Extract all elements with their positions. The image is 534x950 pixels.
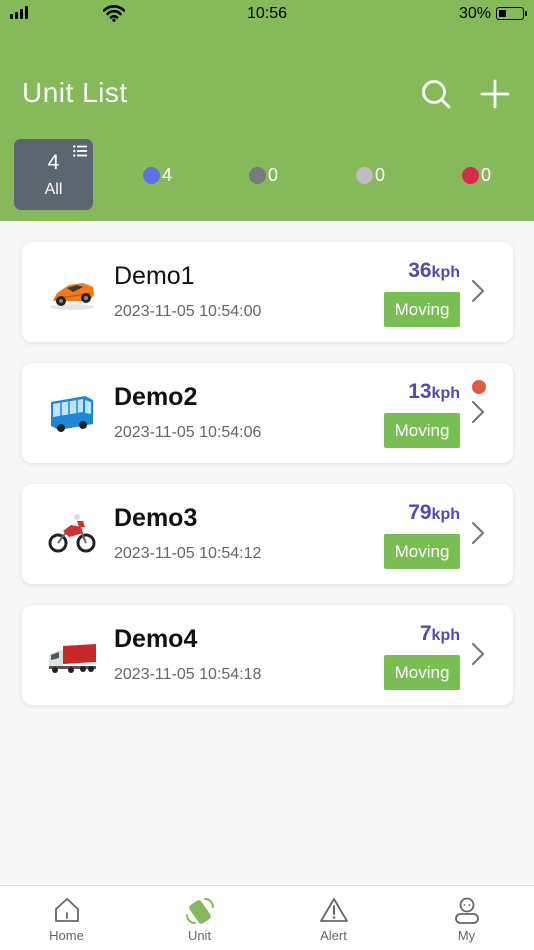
status-badge: Moving xyxy=(384,655,460,690)
unit-name: Demo3 xyxy=(114,504,198,532)
unit-timestamp: 2023-11-05 10:54:12 xyxy=(114,545,262,562)
alert-indicator-dot xyxy=(472,380,486,394)
truck-icon xyxy=(49,644,96,673)
unit-speed: 79kph xyxy=(408,501,460,524)
filter-all-button[interactable]: 4 All xyxy=(14,139,93,210)
all-label: All xyxy=(44,181,63,198)
unit-card-demo1[interactable]: Demo1 2023-11-05 10:54:00 36kph Moving xyxy=(22,242,513,342)
unit-icon xyxy=(185,898,214,924)
tab-my[interactable]: My xyxy=(400,886,533,950)
tab-label: My xyxy=(457,928,476,943)
status-badge: Moving xyxy=(384,292,460,327)
car-icon xyxy=(50,283,94,310)
filter-status-red[interactable]: 0 xyxy=(462,164,491,186)
status-dot-gray xyxy=(249,166,266,184)
unit-speed: 36kph xyxy=(408,259,460,282)
filter-status-lightgray[interactable]: 0 xyxy=(356,164,385,186)
unit-card-demo3[interactable]: Demo3 2023-11-05 10:54:12 79kph Moving xyxy=(22,484,513,584)
chevron-right-icon xyxy=(471,642,485,666)
tab-label: Home xyxy=(49,928,84,943)
status-count: 0 xyxy=(481,164,492,185)
unit-card-demo4[interactable]: Demo4 2023-11-05 10:54:18 7kph Moving xyxy=(22,605,513,705)
home-icon xyxy=(54,898,79,922)
status-dot-blue xyxy=(143,166,160,184)
status-dot-lightgray xyxy=(356,166,373,184)
tab-label: Unit xyxy=(187,928,212,943)
status-count: 0 xyxy=(268,164,279,185)
unit-card-demo2[interactable]: Demo2 2023-11-05 10:54:06 13kph Moving xyxy=(22,363,513,463)
alert-icon xyxy=(319,898,348,922)
status-count: 4 xyxy=(162,164,173,185)
status-badge: Moving xyxy=(384,534,460,569)
unit-speed: 7kph xyxy=(419,622,460,645)
battery-icon xyxy=(496,7,527,20)
tab-home[interactable]: Home xyxy=(0,886,133,950)
filter-status-blue[interactable]: 4 xyxy=(143,164,172,186)
chevron-right-icon xyxy=(471,400,485,424)
bottom-tab-bar: Home Unit Alert My xyxy=(0,885,534,950)
chevron-right-icon xyxy=(471,521,485,545)
unit-timestamp: 2023-11-05 10:54:00 xyxy=(114,303,262,320)
bus-icon xyxy=(51,396,93,432)
status-bar: 10:56 30% xyxy=(0,0,534,28)
tab-alert[interactable]: Alert xyxy=(267,886,400,950)
header: 10:56 30% Unit List 4 All 4 0 0 0 xyxy=(0,0,534,221)
tab-label: Alert xyxy=(320,928,347,943)
unit-timestamp: 2023-11-05 10:54:18 xyxy=(114,666,262,683)
unit-speed: 13kph xyxy=(408,380,460,403)
unit-timestamp: 2023-11-05 10:54:06 xyxy=(114,424,262,441)
battery-percent: 30% xyxy=(458,5,491,22)
status-time: 10:56 xyxy=(246,5,288,22)
filter-status-gray[interactable]: 0 xyxy=(249,164,278,186)
unit-name: Demo4 xyxy=(114,625,198,653)
unit-name: Demo1 xyxy=(114,262,195,290)
chevron-right-icon xyxy=(471,279,485,303)
tab-unit[interactable]: Unit xyxy=(133,886,266,950)
search-icon[interactable] xyxy=(420,78,452,110)
profile-icon xyxy=(454,897,479,924)
add-icon[interactable] xyxy=(479,78,511,110)
page-title: Unit List xyxy=(22,77,128,108)
status-dot-red xyxy=(462,166,479,184)
all-count: 4 xyxy=(47,151,60,174)
unit-name: Demo2 xyxy=(114,383,198,411)
motorcycle-icon xyxy=(48,514,96,553)
status-count: 0 xyxy=(375,164,386,185)
status-badge: Moving xyxy=(384,413,460,448)
